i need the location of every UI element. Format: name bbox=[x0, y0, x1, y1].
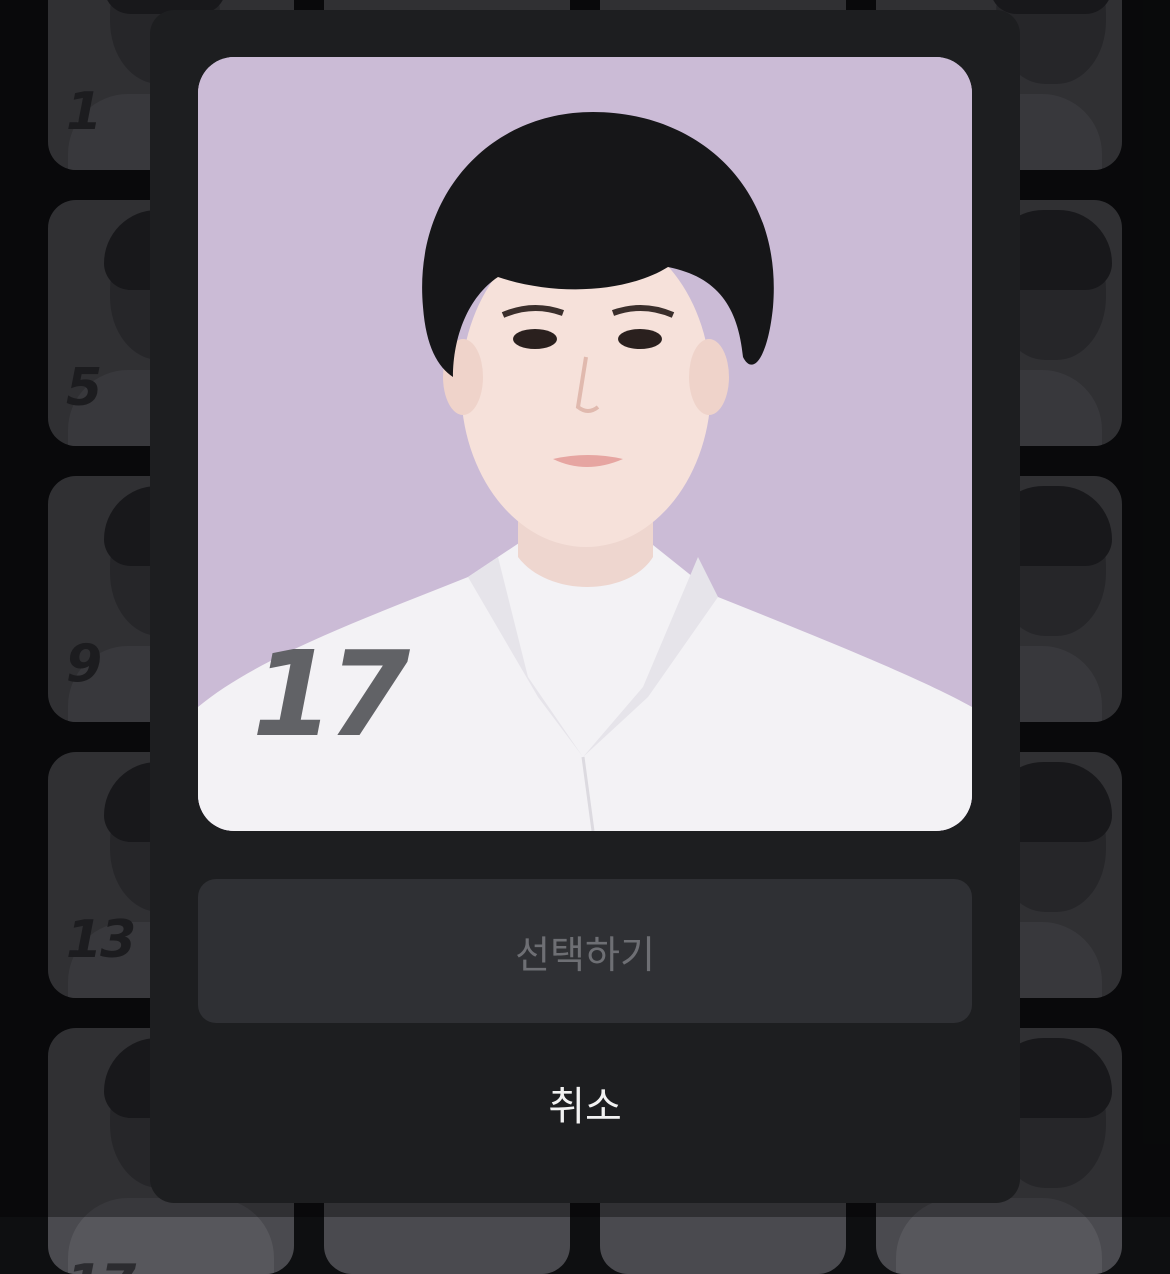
contestant-number: 17 bbox=[252, 625, 410, 763]
selection-modal: 17 선택하기 취소 bbox=[150, 10, 1020, 1203]
profile-photo: 17 bbox=[198, 57, 972, 831]
card-number: 17 bbox=[66, 1254, 136, 1274]
select-button[interactable]: 선택하기 bbox=[198, 879, 972, 1023]
cancel-button[interactable]: 취소 bbox=[198, 1048, 972, 1158]
